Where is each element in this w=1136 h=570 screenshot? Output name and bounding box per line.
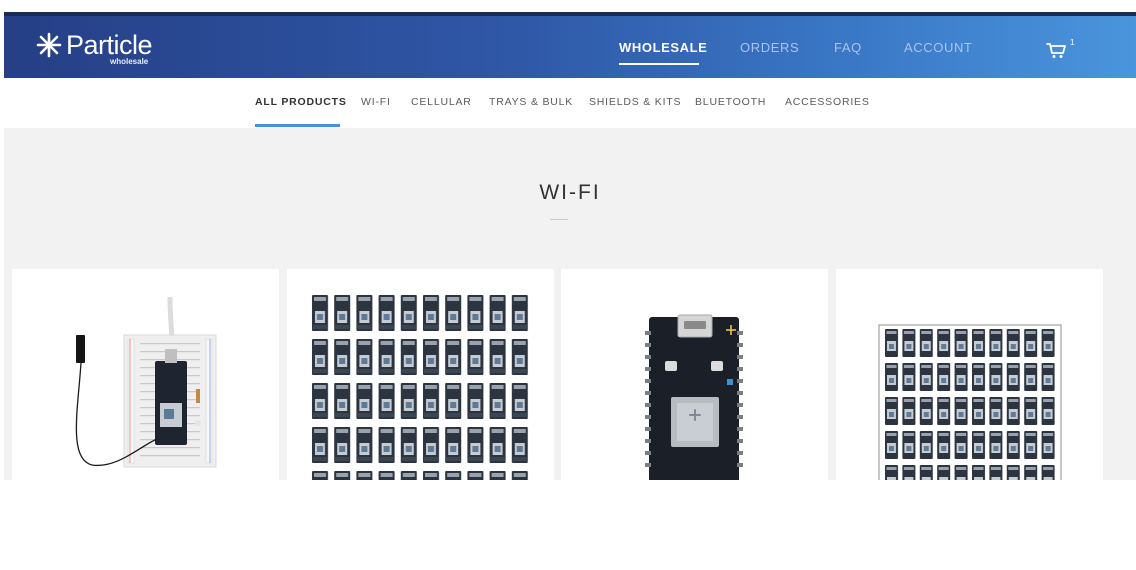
title-divider: [550, 219, 568, 220]
product-card[interactable]: [287, 269, 554, 480]
cart-count-badge: 1: [1070, 38, 1075, 47]
subnav-wifi[interactable]: WI-FI: [361, 96, 391, 108]
product-image-kit: [75, 296, 217, 468]
subnav-bluetooth[interactable]: BLUETOOTH: [695, 96, 766, 108]
nav-account[interactable]: ACCOUNT: [904, 40, 972, 55]
logo-subtitle: wholesale: [110, 57, 149, 66]
subnav-trays-bulk[interactable]: TRAYS & BULK: [489, 96, 573, 108]
cart-icon[interactable]: [1046, 41, 1068, 59]
top-strip: [0, 0, 1136, 12]
product-image-tray: [311, 295, 533, 480]
subnav-cellular[interactable]: CELLULAR: [411, 96, 472, 108]
section-title: WI-FI: [539, 181, 601, 204]
subnav-accessories[interactable]: ACCESSORIES: [785, 96, 870, 108]
page: Particle wholesale WHOLESALE ORDERS FAQ …: [0, 0, 1136, 570]
page-blank-area: [0, 480, 1136, 570]
product-card[interactable]: [561, 269, 828, 480]
category-subnav: ALL PRODUCTS WI-FI CELLULAR TRAYS & BULK…: [4, 78, 1136, 128]
product-card[interactable]: [12, 269, 279, 480]
nav-orders[interactable]: ORDERS: [740, 40, 799, 55]
subnav-active-underline: [255, 124, 340, 127]
nav-faq[interactable]: FAQ: [834, 40, 862, 55]
subnav-all-products[interactable]: ALL PRODUCTS: [255, 96, 347, 108]
nav-active-underline: [619, 63, 699, 65]
product-card[interactable]: [836, 269, 1103, 480]
site-header: Particle wholesale WHOLESALE ORDERS FAQ …: [4, 12, 1136, 78]
product-section: WI-FI: [4, 128, 1136, 480]
subnav-shields-kits[interactable]: SHIELDS & KITS: [589, 96, 681, 108]
particle-star-icon: [36, 32, 62, 58]
product-image-tray-bordered: [878, 324, 1062, 480]
product-image-photon: [645, 314, 743, 480]
nav-wholesale[interactable]: WHOLESALE: [619, 40, 707, 55]
